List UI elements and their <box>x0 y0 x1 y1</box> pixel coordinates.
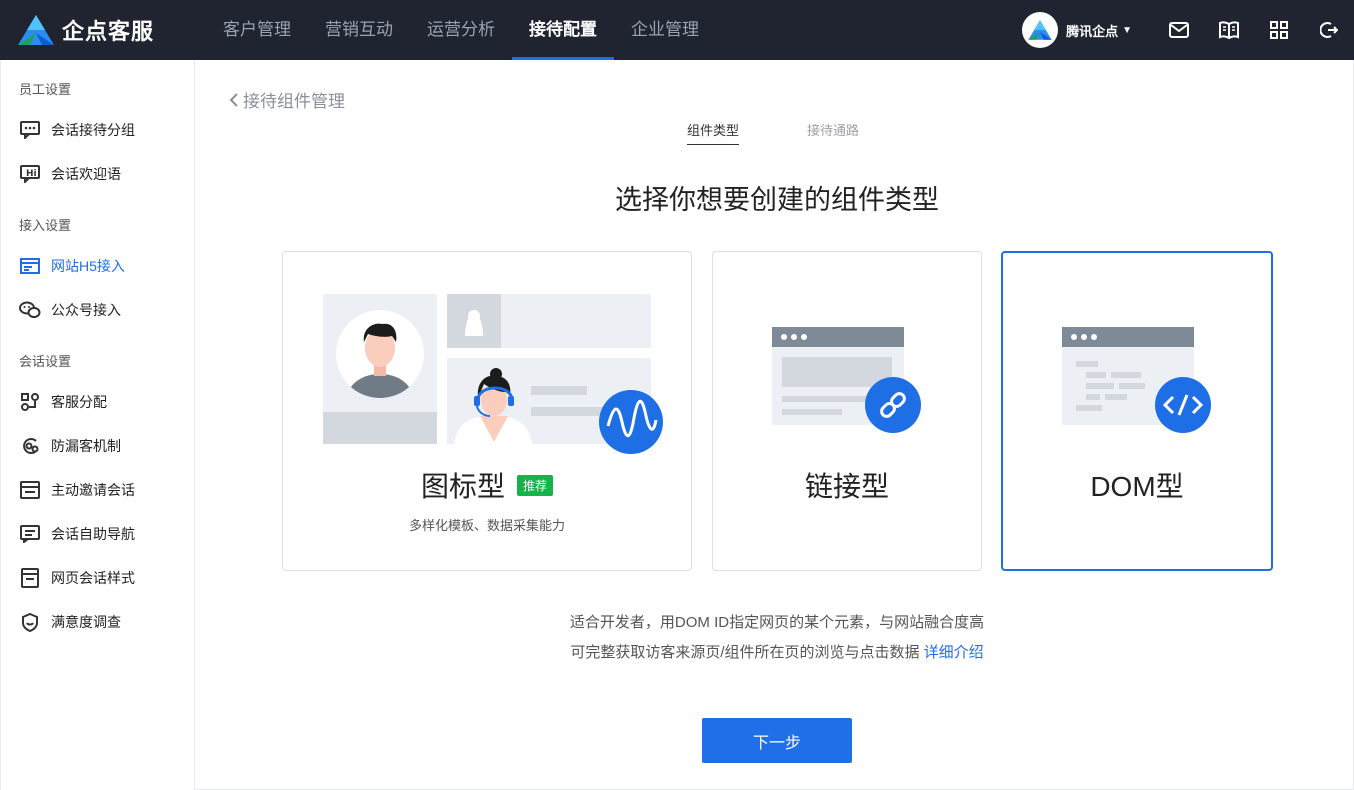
card-icon-type[interactable]: 图标型 推荐 多样化模板、数据采集能力 <box>282 251 692 571</box>
top-right-tools: 腾讯企点 ▼ <box>1022 0 1354 60</box>
sidebar: 员工设置 会话接待分组 Hi 会话欢迎语 接入设置 网站H5接入 公众号接入 会… <box>0 60 195 790</box>
invite-icon <box>19 479 41 501</box>
card-link-type[interactable]: 链接型 <box>712 251 982 571</box>
sidebar-item-label: 会话自助导航 <box>51 526 135 542</box>
sidebar-item-chat-group[interactable]: 会话接待分组 <box>1 108 194 152</box>
avatar <box>1022 12 1059 48</box>
sidebar-item-label: 网页会话样式 <box>51 570 135 586</box>
tab-component-type[interactable]: 组件类型 <box>687 120 740 145</box>
recommended-badge: 推荐 <box>517 475 554 497</box>
nav-marketing[interactable]: 营销互动 <box>308 0 410 60</box>
book-icon[interactable] <box>1204 0 1254 60</box>
svg-text:Hi: Hi <box>26 169 37 179</box>
dom-type-illustration <box>1062 327 1211 433</box>
sidebar-section-session: 会话设置 <box>19 354 72 369</box>
main-nav: 客户管理 营销互动 运营分析 接待配置 企业管理 <box>206 0 716 60</box>
mail-icon[interactable] <box>1154 0 1204 60</box>
account-menu[interactable]: 腾讯企点 ▼ <box>1022 12 1132 48</box>
description-line-2: 可完整获取访客来源页/组件所在页的浏览与点击数据 详细介绍 <box>195 641 1354 662</box>
nav-customer-management[interactable]: 客户管理 <box>206 0 308 60</box>
style-icon <box>19 567 41 589</box>
sidebar-item-navigation[interactable]: 会话自助导航 <box>1 512 194 556</box>
brand-name: 企点客服 <box>62 19 155 44</box>
main-content: 接待组件管理 组件类型 接待通路 选择你想要创建的组件类型 图标型 推荐 多样化… <box>195 60 1354 790</box>
sidebar-item-guard[interactable]: 防漏客机制 <box>1 424 194 468</box>
sidebar-item-invite[interactable]: 主动邀请会话 <box>1 468 194 512</box>
card-icon-type-subtitle: 多样化模板、数据采集能力 <box>408 518 565 533</box>
sidebar-item-assign[interactable]: 客服分配 <box>1 380 194 424</box>
website-icon <box>19 255 41 277</box>
sidebar-item-label: 网站H5接入 <box>51 258 125 274</box>
nav-reception-config[interactable]: 接待配置 <box>512 0 614 60</box>
card-dom-type[interactable]: DOM型 <box>1001 251 1273 571</box>
brand[interactable]: 企点客服 <box>16 13 206 47</box>
sidebar-item-style[interactable]: 网页会话样式 <box>1 556 194 600</box>
sidebar-item-website-h5[interactable]: 网站H5接入 <box>1 244 194 288</box>
sidebar-item-label: 满意度调查 <box>51 614 121 630</box>
top-navigation-bar: 企点客服 客户管理 营销互动 运营分析 接待配置 企业管理 腾讯企点 ▼ <box>0 0 1354 60</box>
card-dom-type-title: DOM型 <box>1090 471 1184 502</box>
navigation-icon <box>19 523 41 545</box>
account-name: 腾讯企点 <box>1066 23 1119 39</box>
grid-icon[interactable] <box>1254 0 1304 60</box>
link-type-illustration <box>772 327 921 433</box>
assign-icon <box>19 391 41 413</box>
logout-icon[interactable] <box>1304 0 1354 60</box>
icon-type-illustration <box>323 294 663 454</box>
sidebar-section-access: 接入设置 <box>19 218 72 233</box>
hi-message-icon: Hi <box>19 163 41 185</box>
guard-icon <box>19 435 41 457</box>
step-tabs: 组件类型 接待通路 <box>687 120 927 145</box>
detail-link[interactable]: 详细介绍 <box>924 644 984 661</box>
description-line-1: 适合开发者，用DOM ID指定网页的某个元素，与网站融合度高 <box>569 614 985 631</box>
nav-analytics[interactable]: 运营分析 <box>410 0 512 60</box>
account-logo-icon <box>1028 20 1052 40</box>
chevron-left-icon <box>229 92 238 107</box>
sidebar-item-survey[interactable]: 满意度调查 <box>1 600 194 644</box>
card-icon-type-title: 图标型 推荐 <box>283 465 691 505</box>
sidebar-item-wechat[interactable]: 公众号接入 <box>1 288 194 332</box>
back-link[interactable]: 接待组件管理 <box>229 87 345 112</box>
sidebar-item-label: 主动邀请会话 <box>51 482 135 498</box>
card-link-type-title: 链接型 <box>804 471 889 502</box>
back-link-label: 接待组件管理 <box>243 92 345 111</box>
next-step-button[interactable]: 下一步 <box>702 718 852 763</box>
page-title: 选择你想要创建的组件类型 <box>615 185 939 215</box>
wechat-icon <box>19 299 41 321</box>
sidebar-item-label: 会话欢迎语 <box>51 166 121 182</box>
brand-logo-icon <box>18 15 54 45</box>
sidebar-item-label: 客服分配 <box>51 394 107 410</box>
sidebar-item-label: 防漏客机制 <box>51 438 121 454</box>
description-text: 可完整获取访客来源页/组件所在页的浏览与点击数据 <box>570 644 920 661</box>
card-title-text: 图标型 <box>420 471 505 502</box>
survey-icon <box>19 611 41 633</box>
sidebar-item-label: 会话接待分组 <box>51 122 135 138</box>
tab-reception-channel[interactable]: 接待通路 <box>807 120 859 145</box>
nav-enterprise-management[interactable]: 企业管理 <box>614 0 716 60</box>
sidebar-item-label: 公众号接入 <box>51 302 121 318</box>
sidebar-section-staff: 员工设置 <box>19 82 72 97</box>
sidebar-item-welcome[interactable]: Hi 会话欢迎语 <box>1 152 194 196</box>
chevron-down-icon: ▼ <box>1122 24 1132 36</box>
chat-group-icon <box>19 119 41 141</box>
